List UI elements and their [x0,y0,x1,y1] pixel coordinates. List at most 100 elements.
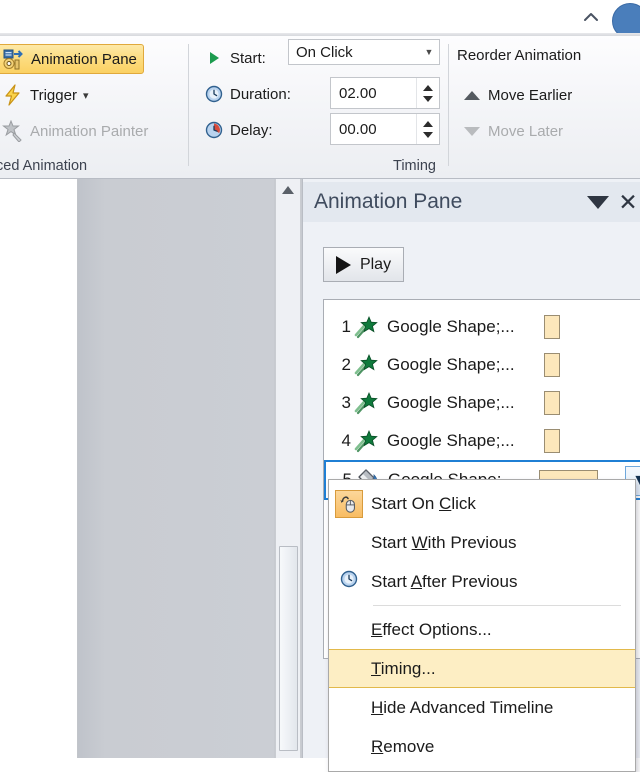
effect-context-menu: Start On Click Start With Previous Start… [328,479,636,772]
menu-item-label: Remove [371,736,435,756]
delay-label: Delay: [230,121,273,139]
clock-icon [204,84,224,104]
menu-icon-slot [329,727,369,766]
green-star-icon [354,391,380,415]
mouse-click-icon [335,489,363,518]
start-row: Start: [204,43,266,73]
trigger-label: Trigger [30,86,77,104]
menu-icon-slot [329,523,369,562]
move-earlier-button[interactable]: Move Earlier [464,81,572,109]
start-combobox[interactable]: On Click ▼ [288,39,440,65]
close-icon[interactable]: ✕ [615,190,640,214]
scrollbar-thumb[interactable] [279,546,298,751]
effect-number: 4 [341,431,351,450]
animation-pane-button[interactable]: Animation Pane [0,44,144,74]
start-value: On Click [296,43,353,61]
stepper-down-icon[interactable] [423,131,433,138]
green-star-icon [354,353,380,377]
slide-thumbnail-strip[interactable] [0,179,78,758]
effect-name: Google Shape;... [387,431,515,450]
menu-item-start-with-previous[interactable]: Start With Previous [329,523,635,562]
chevron-down-icon[interactable]: ▼ [419,47,439,57]
timeline-bar[interactable] [544,391,560,415]
stepper-down-icon[interactable] [423,95,433,102]
menu-item-hide-advanced-timeline[interactable]: Hide Advanced Timeline [329,688,635,727]
menu-item-label: Effect Options... [371,619,492,639]
play-triangle-icon [204,48,224,68]
animation-painter-button[interactable]: Animation Painter [0,116,154,146]
menu-item-timing[interactable]: Timing... [329,649,635,688]
duration-spinner[interactable]: 02.00 [330,77,440,109]
duration-value: 02.00 [339,84,377,102]
effect-row-4[interactable]: 4 Google Shape;... [325,422,640,460]
chevron-down-glyph [587,195,609,209]
menu-icon-slot [329,562,369,601]
scroll-up-button[interactable] [276,179,300,201]
duration-row: Duration: [204,79,291,109]
animation-painter-icon [2,119,24,143]
duration-label: Duration: [230,85,291,103]
menu-icon-slot [329,650,369,687]
effect-name: Google Shape;... [387,355,515,374]
effect-row-1[interactable]: 1 Google Shape;... [325,308,640,346]
triangle-down-icon [464,126,480,136]
chevron-up-icon[interactable] [582,9,600,25]
group-reorder-animation: Reorder Animation Move Earlier Move Late… [452,36,640,178]
duration-stepper[interactable] [416,78,439,108]
menu-item-remove[interactable]: Remove [329,727,635,766]
timeline-bar[interactable] [544,315,560,339]
delay-spinner[interactable]: 00.00 [330,113,440,145]
group-separator-2 [448,44,449,166]
play-button[interactable]: Play [323,247,404,282]
menu-item-label: Timing... [371,658,436,678]
animation-painter-label: Animation Painter [30,122,149,140]
group-label-advanced-animation: ced Animation [0,158,88,174]
menu-item-label: Hide Advanced Timeline [371,697,554,717]
group-separator-1 [188,44,189,166]
effect-number: 1 [341,317,351,336]
lightning-bolt-icon [2,84,24,106]
start-label: Start: [230,49,266,67]
clock-delay-icon [204,120,224,140]
stepper-up-icon[interactable] [423,84,433,91]
slide-editing-area[interactable] [78,179,274,758]
green-star-icon [354,315,380,339]
menu-icon-slot [329,610,369,649]
animation-pane-icon [3,48,25,70]
menu-item-label: Start On Click [371,493,476,513]
animation-pane-label: Animation Pane [31,50,137,68]
menu-icon-slot [329,484,369,523]
effect-number: 3 [341,393,351,412]
triangle-up-icon [282,186,294,194]
trigger-button[interactable]: Trigger ▾ [0,80,95,110]
delay-value: 00.00 [339,120,377,138]
triangle-up-icon [464,90,480,100]
effect-number: 2 [341,355,351,374]
effect-name: Google Shape;... [387,317,515,336]
animation-pane-header: Animation Pane ✕ [303,182,640,222]
effect-row-2[interactable]: 2 Google Shape;... [325,346,640,384]
chevron-down-icon[interactable] [581,195,615,209]
clock-icon [339,569,359,594]
menu-item-start-on-click[interactable]: Start On Click [329,484,635,523]
timeline-bar[interactable] [544,429,560,453]
group-label-timing: Timing [393,158,436,174]
effect-name: Google Shape;... [387,393,515,412]
delay-stepper[interactable] [416,114,439,144]
trigger-caret-icon: ▾ [82,89,89,102]
ribbon-bar: Animation Pane Trigger ▾ Animation Paint… [0,36,640,179]
effect-row-3[interactable]: 3 Google Shape;... [325,384,640,422]
timeline-bar[interactable] [544,353,560,377]
menu-item-label: Start After Previous [371,571,518,591]
stepper-up-icon[interactable] [423,120,433,127]
play-button-label: Play [359,255,392,273]
reorder-animation-title: Reorder Animation [457,47,582,64]
window-top-strip [0,0,640,39]
menu-item-start-after-previous[interactable]: Start After Previous [329,562,635,601]
menu-item-effect-options[interactable]: Effect Options... [329,610,635,649]
group-timing: Start: On Click ▼ Duration: 02.00 Delay:… [196,36,446,178]
menu-icon-slot [329,688,369,727]
move-later-button[interactable]: Move Later [464,117,563,145]
vertical-scrollbar[interactable] [275,179,301,758]
animation-pane-title: Animation Pane [314,190,463,213]
